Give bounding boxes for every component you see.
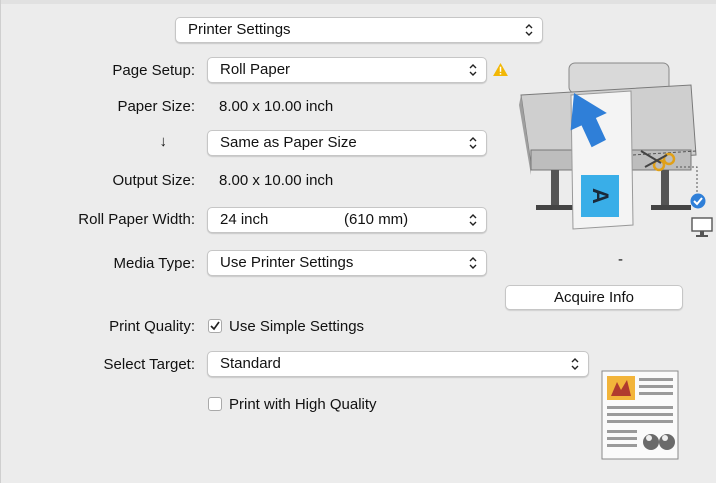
warning-icon xyxy=(493,63,508,76)
panel-top-strip xyxy=(1,0,716,4)
document-preview-icon xyxy=(601,370,679,460)
media-type-label: Media Type: xyxy=(113,255,195,272)
high-quality-checkbox[interactable] xyxy=(208,397,222,411)
updown-chevron-icon xyxy=(469,137,477,149)
roll-paper-width-inch: 24 inch xyxy=(220,211,269,228)
check-badge-icon xyxy=(690,193,706,209)
updown-chevron-icon xyxy=(571,358,579,370)
output-size-label: Output Size: xyxy=(112,172,195,189)
updown-chevron-icon xyxy=(469,214,477,226)
output-size-value: 8.00 x 10.00 inch xyxy=(219,172,334,189)
roll-paper-width-dropdown[interactable]: 24 inch (610 mm) xyxy=(207,207,487,233)
select-target-value: Standard xyxy=(220,355,281,372)
printer-settings-dropdown[interactable]: Printer Settings xyxy=(175,17,543,43)
svg-text:A: A xyxy=(588,188,613,204)
page-setup-label: Page Setup: xyxy=(112,62,195,79)
page-setup-dropdown[interactable]: Roll Paper xyxy=(207,57,487,83)
roll-paper-width-label: Roll Paper Width: xyxy=(78,211,195,228)
printer-illustration: A xyxy=(519,62,698,230)
select-target-label: Select Target: xyxy=(103,356,195,373)
paper-size-value: 8.00 x 10.00 inch xyxy=(219,98,334,115)
printer-settings-dropdown-value: Printer Settings xyxy=(188,21,291,38)
page-setup-value: Roll Paper xyxy=(220,61,291,78)
use-simple-settings-checkbox[interactable] xyxy=(208,319,222,333)
use-simple-settings-label[interactable]: Use Simple Settings xyxy=(229,318,364,335)
acquire-info-button[interactable]: Acquire Info xyxy=(505,285,683,310)
print-settings-panel: Printer Settings Page Setup: Roll Paper … xyxy=(0,0,716,483)
paper-size-label: Paper Size: xyxy=(117,98,195,115)
roll-paper-width-mm: (610 mm) xyxy=(344,211,409,228)
status-dash: - xyxy=(618,251,623,268)
media-type-value: Use Printer Settings xyxy=(220,254,354,271)
scale-to-dropdown[interactable]: Same as Paper Size xyxy=(207,130,487,156)
media-type-dropdown[interactable]: Use Printer Settings xyxy=(207,250,487,276)
select-target-dropdown[interactable]: Standard xyxy=(207,351,589,377)
scale-to-value: Same as Paper Size xyxy=(220,134,357,151)
updown-chevron-icon xyxy=(525,24,533,36)
computer-icon xyxy=(691,217,713,237)
updown-chevron-icon xyxy=(469,64,477,76)
high-quality-label[interactable]: Print with High Quality xyxy=(229,396,377,413)
scale-arrow-label: ↓ xyxy=(159,133,168,150)
checkmark-icon xyxy=(210,321,220,331)
updown-chevron-icon xyxy=(469,257,477,269)
print-quality-label: Print Quality: xyxy=(109,318,195,335)
